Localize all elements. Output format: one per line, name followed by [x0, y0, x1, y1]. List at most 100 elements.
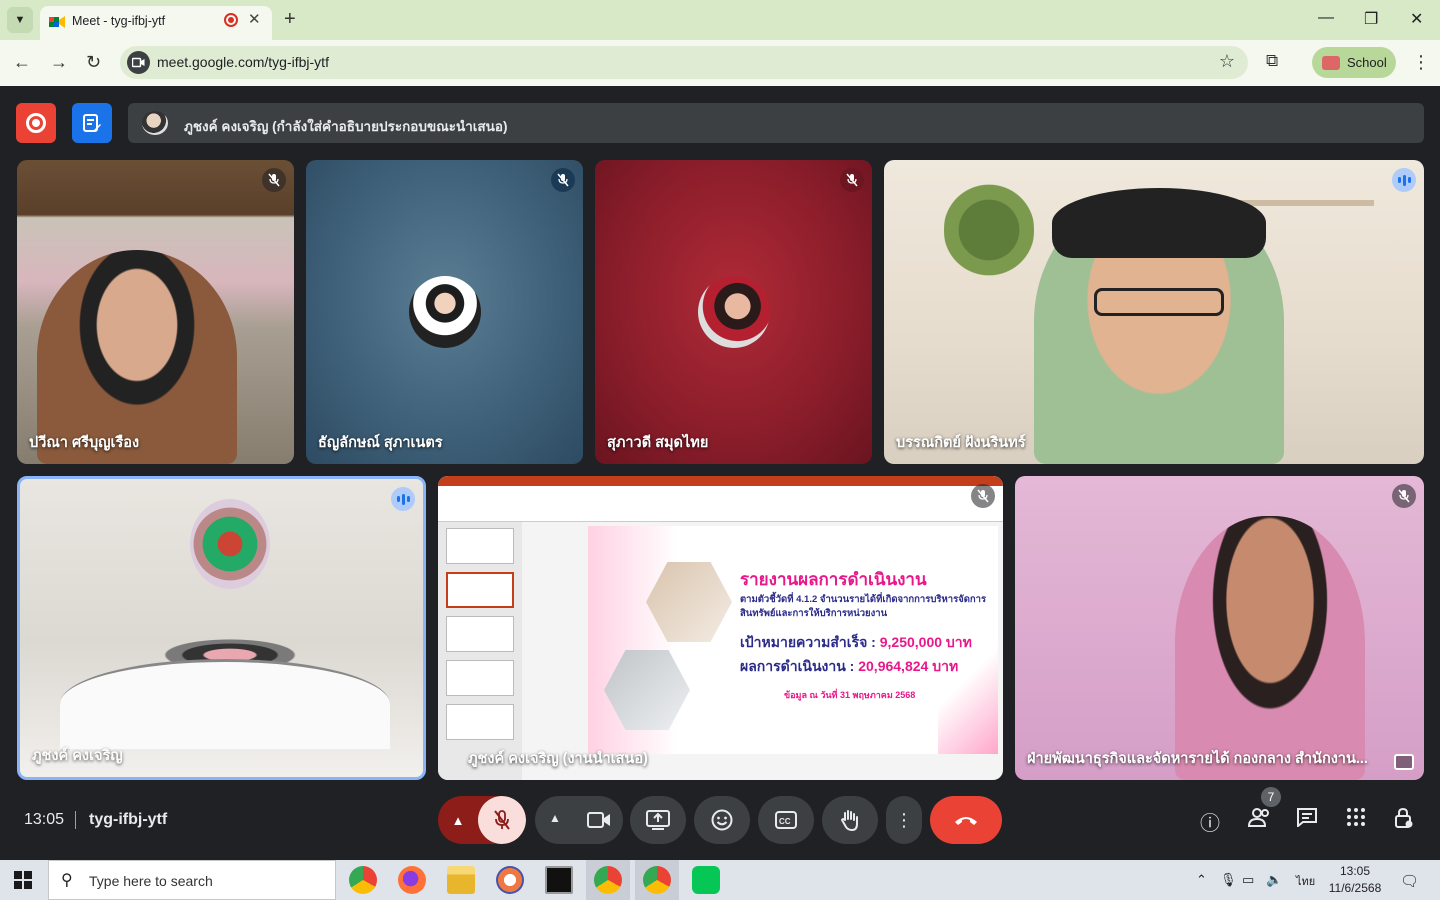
slide-title: รายงานผลการดำเนินงาน [740, 570, 927, 589]
restore-icon[interactable]: ❐ [1364, 9, 1378, 29]
participant-name: ภูชงค์ คงเจริญ [32, 748, 123, 764]
reload-icon[interactable]: ↻ [86, 52, 101, 73]
chrome-app-icon[interactable] [643, 866, 671, 894]
participant-name: ภูชงค์ คงเจริญ (งานนำเสนอ) [468, 751, 648, 767]
volume-icon[interactable]: 🔈 [1266, 872, 1282, 888]
more-options-button[interactable]: ⋮ [886, 796, 922, 844]
conference-table [60, 659, 390, 749]
window-close-icon[interactable]: ✕ [1410, 9, 1423, 29]
active-tab[interactable]: Meet - tyg-ifbj-ytf ✕ [40, 6, 272, 40]
slide-thumbnail [446, 704, 514, 740]
input-language[interactable]: ไทย [1296, 872, 1315, 890]
powerpoint-titlebar [438, 476, 1003, 486]
raise-hand-button[interactable] [822, 796, 878, 844]
participant-tile[interactable]: ปวีณา ศรีบุญเรือง [17, 160, 294, 464]
pin-tile-icon[interactable] [1394, 754, 1414, 770]
presenting-banner-text: ภูชงค์ คงเจริญ (กำลังใส่คำอธิบายประกอบขณ… [184, 119, 508, 134]
present-screen-button[interactable] [630, 796, 686, 844]
host-controls-lock-icon[interactable] [1394, 807, 1414, 835]
activities-grid-icon[interactable] [1346, 807, 1366, 833]
file-explorer-icon[interactable] [447, 866, 475, 894]
url-text[interactable]: meet.google.com/tyg-ifbj-ytf [157, 54, 329, 70]
mic-off-icon [971, 484, 995, 508]
notifications-icon[interactable]: 🗨 [1400, 872, 1419, 890]
participant-tile[interactable]: ภูชงค์ คงเจริญ [17, 476, 426, 780]
slide-thumbnail [446, 660, 514, 696]
participant-avatar [408, 276, 481, 348]
taskbar-search-box[interactable]: ⚲ Type here to search [48, 860, 336, 900]
browser-toolbar: ← → ↻ meet.google.com/tyg-ifbj-ytf ☆ [0, 40, 1440, 86]
browser-menu-icon[interactable]: ⋮ [1412, 52, 1430, 73]
profile-button[interactable]: School [1312, 47, 1396, 78]
participant-video [1175, 516, 1365, 780]
network-icon[interactable]: ▭ [1242, 872, 1254, 888]
participant-name: สุภาวดี สมุดไทย [607, 435, 709, 451]
terminal-app-icon[interactable] [545, 866, 573, 894]
hang-up-icon [955, 817, 977, 825]
bookmark-star-icon[interactable]: ☆ [1219, 51, 1235, 72]
captions-button[interactable]: CC [758, 796, 814, 844]
divider [75, 811, 76, 829]
app-icon[interactable] [496, 866, 524, 894]
presenter-avatar [142, 111, 168, 135]
present-screen-icon [646, 810, 670, 830]
microphone-tray-icon[interactable]: 🎙 [1220, 872, 1237, 888]
chrome-profile-app-icon[interactable] [594, 866, 622, 894]
site-info-icon[interactable] [127, 51, 150, 74]
minimize-icon[interactable]: — [1318, 9, 1334, 27]
presentation-tile[interactable]: รายงานผลการดำเนินงาน ตามตัวชี้วัดที่ 4.1… [438, 476, 1003, 780]
system-date: 11/6/2568 [1328, 881, 1382, 895]
address-bar[interactable]: meet.google.com/tyg-ifbj-ytf ☆ [120, 46, 1248, 79]
microphone-toggle-button[interactable] [478, 796, 526, 844]
tab-close-icon[interactable]: ✕ [248, 10, 261, 28]
powerpoint-ribbon [438, 476, 1003, 522]
meeting-code: tyg-ifbj-ytf [89, 811, 168, 828]
line-app-icon[interactable] [692, 866, 720, 894]
chat-icon[interactable] [1296, 807, 1318, 833]
meeting-details-icon[interactable]: ⓘ [1200, 807, 1220, 836]
participant-count-badge: 7 [1261, 787, 1281, 807]
chrome-app-icon[interactable] [349, 866, 377, 894]
mic-off-icon [494, 810, 510, 830]
emblem-seal [190, 499, 270, 589]
system-time: 13:05 [1339, 864, 1371, 878]
mic-options-chevron-icon[interactable]: ▲ [438, 796, 478, 844]
participant-tile[interactable]: ธัญลักษณ์ สุภาเนตร [306, 160, 583, 464]
mic-off-icon [1392, 484, 1416, 508]
participant-tile[interactable]: สุภาวดี สมุดไทย [595, 160, 872, 464]
slide-goal-value: 9,250,000 บาท [879, 634, 972, 650]
back-arrow-icon[interactable]: ← [13, 52, 31, 73]
forward-arrow-icon[interactable]: → [50, 52, 68, 73]
take-notes-button[interactable] [72, 103, 112, 143]
camera-options-chevron-icon[interactable]: ▲ [549, 811, 561, 825]
participant-name: บรรณกิตย์ ฝังนรินทร์ [896, 435, 1026, 451]
people-icon[interactable] [1247, 807, 1272, 833]
search-icon: ⚲ [61, 872, 73, 889]
slide-thumbnail [446, 616, 514, 652]
windows-start-icon[interactable] [14, 871, 32, 889]
firefox-app-icon[interactable] [398, 866, 426, 894]
taskbar-search-placeholder: Type here to search [89, 873, 213, 889]
camera-control: ▲ [535, 796, 623, 844]
svg-text:CC: CC [779, 817, 791, 826]
hand-icon [840, 810, 858, 831]
camera-toggle-button[interactable] [575, 796, 623, 844]
extensions-puzzle-icon[interactable]: ⧉ [1266, 51, 1278, 71]
browser-tab-bar: ▼ Meet - tyg-ifbj-ytf ✕ + — ❐ ✕ [0, 0, 1440, 40]
system-clock[interactable]: 13:05 11/6/2568 [1326, 863, 1384, 897]
mic-off-icon [840, 168, 864, 192]
recording-button[interactable] [16, 103, 56, 143]
new-tab-button[interactable]: + [284, 8, 296, 31]
windows-taskbar: ⚲ Type here to search ⌃ 🎙 ▭ 🔈 ไทย 13:05 … [0, 860, 1440, 900]
reactions-button[interactable] [694, 796, 750, 844]
leave-call-button[interactable] [930, 796, 1002, 844]
microphone-control: ▲ [438, 796, 526, 844]
participant-tile[interactable]: ฝ่ายพัฒนาธุรกิจและจัดหารายได้ กองกลาง สำ… [1015, 476, 1424, 780]
slide-thumbnail [446, 528, 514, 564]
mic-off-icon [262, 168, 286, 192]
tray-overflow-chevron-icon[interactable]: ⌃ [1196, 872, 1207, 888]
participant-tile[interactable]: บรรณกิตย์ ฝังนรินทร์ [884, 160, 1424, 464]
recording-indicator-icon [224, 13, 238, 27]
slide-thumbnails [438, 522, 522, 780]
tab-search-chevron-icon[interactable]: ▼ [7, 7, 33, 33]
